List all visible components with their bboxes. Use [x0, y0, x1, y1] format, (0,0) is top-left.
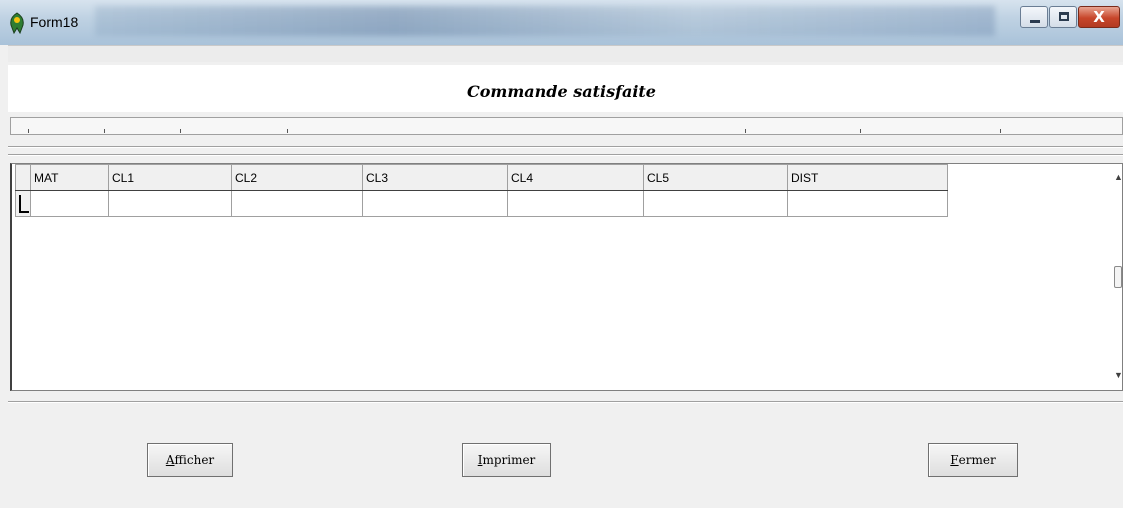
separator-top-2 — [8, 154, 1123, 156]
column-header-cl3[interactable]: CL3 — [362, 164, 508, 191]
column-header-cl4[interactable]: CL4 — [507, 164, 644, 191]
separator-top — [8, 146, 1123, 148]
column-header-cl5[interactable]: CL5 — [643, 164, 788, 191]
ruler-tick — [745, 129, 746, 133]
ruler-tick — [1000, 129, 1001, 133]
fermer-accelerator: F — [950, 453, 959, 467]
cell-mat[interactable] — [30, 190, 109, 217]
row-indicator-header — [15, 164, 31, 191]
cell-cl5[interactable] — [643, 190, 788, 217]
column-ruler — [10, 117, 1123, 135]
cell-cl4[interactable] — [507, 190, 644, 217]
app-icon — [10, 12, 24, 34]
maximize-icon — [1059, 12, 1069, 21]
cell-cl1[interactable] — [108, 190, 232, 217]
titlebar-background — [95, 6, 995, 36]
scroll-thumb[interactable] — [1114, 266, 1122, 288]
cell-cl2[interactable] — [231, 190, 363, 217]
cell-cl3[interactable] — [362, 190, 508, 217]
imprimer-button[interactable]: Imprimer — [462, 443, 551, 477]
column-header-dist[interactable]: DIST — [787, 164, 948, 191]
current-row-caret-base — [19, 211, 29, 213]
afficher-label: fficher — [174, 453, 215, 467]
scroll-up-arrow-icon[interactable]: ▲ — [1114, 172, 1123, 182]
scroll-down-arrow-icon[interactable]: ▼ — [1114, 370, 1123, 380]
fermer-button[interactable]: Fermer — [928, 443, 1018, 477]
maximize-button[interactable] — [1049, 6, 1077, 28]
page-title: Commande satisfaite — [467, 82, 656, 101]
minimize-button[interactable] — [1020, 6, 1048, 28]
row-indicator[interactable] — [15, 190, 31, 217]
afficher-button[interactable]: Afficher — [147, 443, 233, 477]
column-header-cl1[interactable]: CL1 — [108, 164, 232, 191]
afficher-accelerator: A — [165, 453, 175, 467]
column-header-mat[interactable]: MAT — [30, 164, 109, 191]
window-title: Form18 — [30, 14, 79, 30]
ruler-tick — [28, 129, 29, 133]
ruler-tick — [180, 129, 181, 133]
grid-table: MAT CL1 CL2 CL3 CL4 CL5 DIST — [15, 164, 948, 217]
fermer-label: ermer — [958, 453, 996, 467]
top-strip — [8, 45, 1123, 62]
minimize-icon — [1030, 20, 1040, 23]
grid-header-row: MAT CL1 CL2 CL3 CL4 CL5 DIST — [15, 164, 948, 191]
data-grid[interactable]: MAT CL1 CL2 CL3 CL4 CL5 DIST ▲ ▼ — [10, 163, 1123, 391]
table-row[interactable] — [15, 190, 948, 217]
ruler-tick — [287, 129, 288, 133]
separator-bottom — [8, 401, 1123, 403]
window-left-border — [0, 45, 8, 508]
close-icon: X — [1093, 8, 1105, 26]
close-window-button[interactable]: X — [1078, 6, 1120, 28]
column-header-cl2[interactable]: CL2 — [231, 164, 363, 191]
vertical-scrollbar[interactable]: ▲ ▼ — [1114, 164, 1123, 390]
ruler-tick — [104, 129, 105, 133]
imprimer-label: mprimer — [482, 453, 536, 467]
window-titlebar[interactable]: Form18 X — [0, 0, 1123, 46]
ruler-tick — [860, 129, 861, 133]
cell-dist[interactable] — [787, 190, 948, 217]
